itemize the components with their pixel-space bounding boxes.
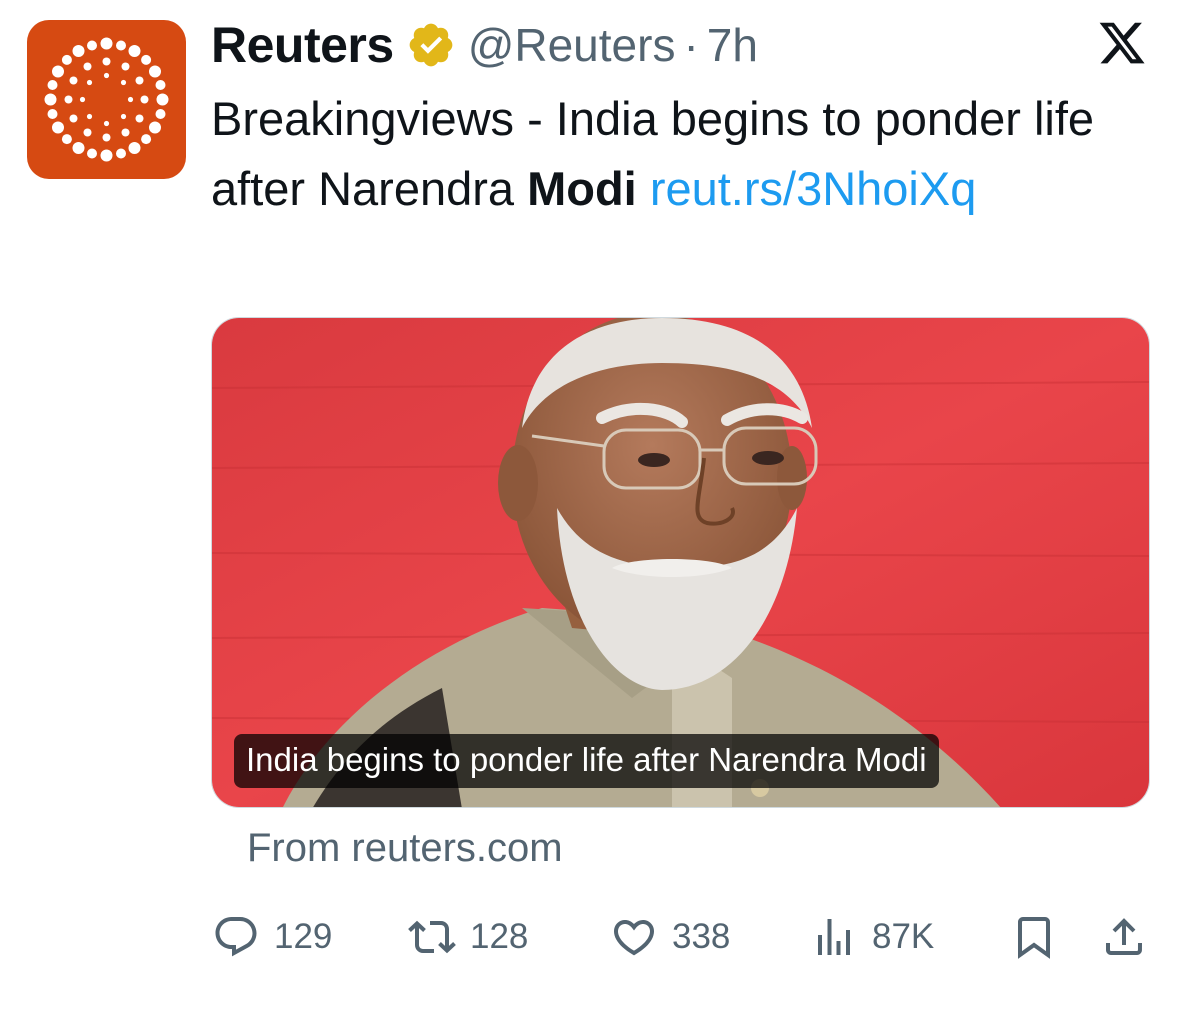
share-button[interactable] bbox=[1100, 905, 1148, 969]
views-count: 87K bbox=[872, 917, 935, 956]
views-button[interactable]: 87K bbox=[810, 905, 934, 969]
repost-count: 128 bbox=[470, 917, 529, 956]
bookmark-button[interactable] bbox=[1010, 905, 1058, 969]
tweet-text-space bbox=[637, 162, 650, 215]
reuters-avatar[interactable] bbox=[27, 20, 186, 179]
bookmark-icon bbox=[1018, 917, 1050, 959]
gold-verified-badge-icon[interactable] bbox=[406, 20, 456, 70]
tweet-actions: 129 128 338 87K bbox=[0, 905, 1179, 969]
reply-button[interactable]: 129 bbox=[212, 905, 332, 969]
tweet-text-bold: Modi bbox=[527, 162, 637, 215]
reuters-logo-icon bbox=[44, 37, 169, 162]
reply-count: 129 bbox=[274, 917, 333, 956]
share-icon bbox=[1106, 918, 1142, 955]
views-chart-icon bbox=[818, 919, 850, 955]
display-name[interactable]: Reuters bbox=[211, 16, 394, 74]
image-caption: India begins to ponder life after Narend… bbox=[234, 734, 939, 788]
like-button[interactable]: 338 bbox=[610, 905, 730, 969]
like-count: 338 bbox=[672, 917, 731, 956]
separator-dot: · bbox=[683, 19, 699, 71]
user-handle[interactable]: @Reuters bbox=[468, 18, 676, 72]
tweet-link[interactable]: reut.rs/3NhoiXq bbox=[650, 162, 977, 215]
reply-icon bbox=[215, 917, 257, 957]
tweet-header: Reuters @Reuters · 7h bbox=[211, 14, 758, 76]
tweet-text: Breakingviews - India begins to ponder l… bbox=[211, 84, 1161, 224]
card-source[interactable]: From reuters.com bbox=[247, 826, 563, 871]
repost-icon bbox=[408, 920, 456, 954]
x-logo-icon bbox=[1099, 22, 1145, 64]
heart-icon bbox=[613, 920, 655, 956]
timestamp[interactable]: 7h bbox=[707, 18, 758, 72]
repost-button[interactable]: 128 bbox=[408, 905, 528, 969]
link-card[interactable]: India begins to ponder life after Narend… bbox=[211, 317, 1150, 808]
